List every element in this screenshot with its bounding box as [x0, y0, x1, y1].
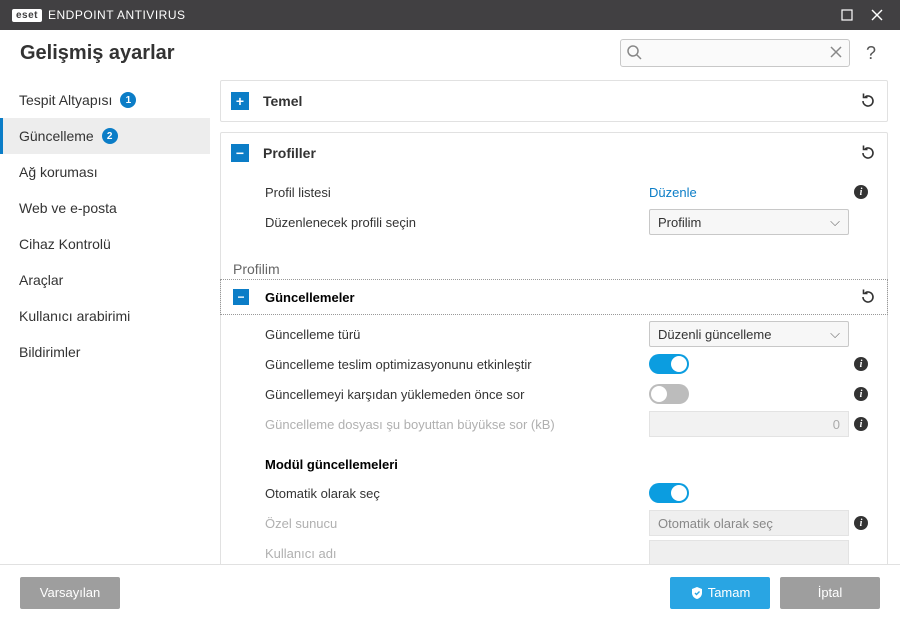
search-wrap [620, 39, 850, 67]
label: Güncelleme teslim optimizasyonunu etkinl… [265, 357, 649, 372]
brand-box: eset [12, 9, 42, 22]
sidebar-item-label: Cihaz Kontrolü [19, 236, 111, 252]
sidebar-item-web-email[interactable]: Web ve e-posta [0, 190, 210, 226]
revert-icon[interactable] [859, 144, 877, 162]
footer: Varsayılan Tamam İptal [0, 564, 900, 620]
titlebar: eset ENDPOINT ANTIVIRUS [0, 0, 900, 30]
label: Profil listesi [265, 185, 649, 200]
ok-label: Tamam [708, 585, 751, 600]
sidebar-item-notifications[interactable]: Bildirimler [0, 334, 210, 370]
subsection-title: Güncellemeler [265, 290, 859, 305]
row-auto-select: Otomatik olarak seç [221, 478, 887, 508]
info-icon[interactable]: i [854, 357, 868, 371]
chevron-down-icon: ⌵ [830, 214, 840, 230]
username-input [649, 540, 849, 564]
close-button[interactable] [862, 0, 892, 30]
section-title: Profiller [263, 145, 859, 161]
brand-name: ENDPOINT ANTIVIRUS [48, 8, 185, 22]
row-select-profile: Düzenlenecek profili seçin Profilim ⌵ [221, 207, 887, 237]
label: Güncelleme türü [265, 327, 649, 342]
sidebar-item-label: Kullanıcı arabirimi [19, 308, 130, 324]
info-icon[interactable]: i [854, 417, 868, 431]
cancel-button[interactable]: İptal [780, 577, 880, 609]
profile-caption: Profilim [221, 251, 887, 279]
info-icon[interactable]: i [854, 387, 868, 401]
header: Gelişmiş ayarlar ? [0, 30, 900, 76]
help-button[interactable]: ? [862, 43, 880, 64]
sidebar: Tespit Altyapısı 1 Güncelleme 2 Ağ korum… [0, 76, 210, 564]
sidebar-item-tools[interactable]: Araçlar [0, 262, 210, 298]
row-ask-size-threshold: Güncelleme dosyası şu boyuttan büyükse s… [221, 409, 887, 439]
main-panel[interactable]: + Temel − Profiller Profil listesi Düzen… [210, 76, 900, 564]
label: Düzenlenecek profili seçin [265, 215, 649, 230]
module-updates-title: Modül güncellemeleri [221, 439, 887, 478]
brand: eset ENDPOINT ANTIVIRUS [12, 8, 185, 22]
row-update-type: Güncelleme türü Düzenli güncelleme ⌵ [221, 319, 887, 349]
row-custom-server: Özel sunucu i [221, 508, 887, 538]
maximize-button[interactable] [832, 0, 862, 30]
sidebar-item-label: Bildirimler [19, 344, 80, 360]
badge: 2 [102, 128, 118, 144]
info-icon[interactable]: i [854, 185, 868, 199]
row-username: Kullanıcı adı [221, 538, 887, 564]
clear-search-icon[interactable] [828, 44, 844, 60]
chevron-down-icon: ⌵ [830, 326, 840, 342]
toggle-delivery-optimization[interactable] [649, 354, 689, 374]
sidebar-item-label: Web ve e-posta [19, 200, 117, 216]
toggle-ask-before-download[interactable] [649, 384, 689, 404]
sidebar-item-update[interactable]: Güncelleme 2 [0, 118, 210, 154]
revert-icon[interactable] [859, 92, 877, 110]
edit-link[interactable]: Düzenle [649, 185, 697, 200]
info-icon[interactable]: i [854, 516, 868, 530]
custom-server-input [649, 510, 849, 536]
page-title: Gelişmiş ayarlar [20, 42, 608, 65]
label: Güncelleme dosyası şu boyuttan büyükse s… [265, 417, 649, 432]
revert-icon[interactable] [859, 288, 877, 306]
expand-icon: + [231, 92, 249, 110]
ok-button[interactable]: Tamam [670, 577, 770, 609]
section-profiles: − Profiller Profil listesi Düzenle i Düz… [220, 132, 888, 564]
sidebar-item-label: Tespit Altyapısı [19, 92, 112, 108]
sidebar-item-label: Ağ koruması [19, 164, 98, 180]
search-icon [626, 44, 642, 60]
sidebar-item-label: Güncelleme [19, 128, 94, 144]
search-input[interactable] [620, 39, 850, 67]
collapse-icon: − [233, 289, 249, 305]
label: Otomatik olarak seç [265, 486, 649, 501]
sidebar-item-device-control[interactable]: Cihaz Kontrolü [0, 226, 210, 262]
collapse-icon: − [231, 144, 249, 162]
profile-select[interactable]: Profilim ⌵ [649, 209, 849, 235]
update-type-select[interactable]: Düzenli güncelleme ⌵ [649, 321, 849, 347]
section-basic: + Temel [220, 80, 888, 122]
select-value: Düzenli güncelleme [658, 327, 771, 342]
sidebar-item-ui[interactable]: Kullanıcı arabirimi [0, 298, 210, 334]
subsection-updates-header[interactable]: − Güncellemeler [220, 279, 888, 315]
toggle-auto-select[interactable] [649, 483, 689, 503]
select-value: Profilim [658, 215, 701, 230]
sidebar-item-detection-engine[interactable]: Tespit Altyapısı 1 [0, 82, 210, 118]
row-profile-list: Profil listesi Düzenle i [221, 177, 887, 207]
section-basic-header[interactable]: + Temel [221, 81, 887, 121]
badge: 1 [120, 92, 136, 108]
sidebar-item-network[interactable]: Ağ koruması [0, 154, 210, 190]
label: Özel sunucu [265, 516, 649, 531]
row-delivery-optimization: Güncelleme teslim optimizasyonunu etkinl… [221, 349, 887, 379]
shield-icon [690, 586, 704, 600]
label: Güncellemeyi karşıdan yüklemeden önce so… [265, 387, 649, 402]
label: Kullanıcı adı [265, 546, 649, 561]
size-threshold-input [649, 411, 849, 437]
section-profiles-header[interactable]: − Profiller [221, 133, 887, 173]
section-title: Temel [263, 93, 859, 109]
defaults-button[interactable]: Varsayılan [20, 577, 120, 609]
row-ask-before-download: Güncellemeyi karşıdan yüklemeden önce so… [221, 379, 887, 409]
sidebar-item-label: Araçlar [19, 272, 63, 288]
